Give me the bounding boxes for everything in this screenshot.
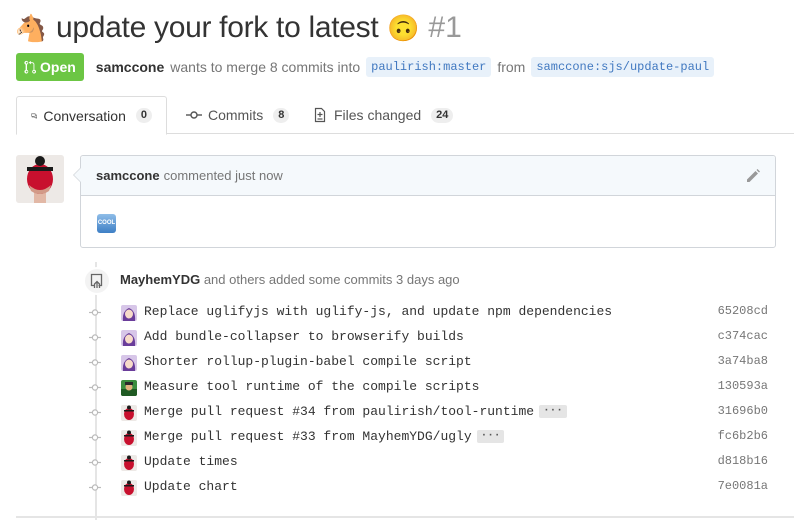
commit-author-avatar[interactable]: [121, 480, 137, 496]
commit-message[interactable]: Update chart: [144, 479, 238, 494]
tab-conversation-count: 0: [135, 108, 152, 123]
commit-message[interactable]: Merge pull request #33 from MayhemYDG/ug…: [144, 429, 472, 444]
pr-action-text: wants to merge 8 commits into: [170, 59, 361, 75]
commit-sha[interactable]: d818b16: [718, 454, 768, 468]
git-commit-dot-icon: [89, 459, 101, 466]
horse-emoji-icon: 🐴: [14, 13, 48, 43]
commit-row: Add bundle-collapser to browserify build…: [80, 325, 794, 350]
git-commit-dot-icon: [89, 434, 101, 441]
commit-author-avatar[interactable]: [121, 405, 137, 421]
commit-message-link[interactable]: Replace uglifyjs with uglify-js, and upd…: [144, 304, 612, 319]
pr-author-link[interactable]: samccone: [96, 59, 164, 75]
git-commit-dot-icon: [89, 359, 101, 366]
tab-conversation[interactable]: Conversation 0: [16, 96, 167, 135]
comment-action: commented just now: [163, 168, 283, 183]
comment-discussion-icon: [31, 113, 38, 119]
commit-sha[interactable]: 7e0081a: [718, 479, 768, 493]
commit-message[interactable]: Replace uglifyjs with uglify-js, and upd…: [144, 304, 612, 319]
commit-author-avatar[interactable]: [121, 305, 137, 321]
from-text: from: [497, 59, 526, 75]
base-branch[interactable]: paulirish:master: [366, 57, 492, 77]
commit-author-avatar[interactable]: [121, 380, 137, 396]
git-commit-dot-icon: [89, 484, 101, 491]
comment-body: COOL: [81, 196, 775, 248]
commit-sha[interactable]: 31696b0: [718, 404, 768, 418]
tab-files-changed-count: 24: [431, 107, 454, 123]
tab-files-changed[interactable]: Files changed 24: [298, 96, 467, 134]
git-pull-request-icon: [24, 60, 36, 74]
expand-commit-message-button[interactable]: ···: [476, 430, 505, 443]
commit-message-link[interactable]: Measure tool runtime of the compile scri…: [144, 379, 479, 394]
tab-files-changed-label: Files changed: [334, 107, 422, 123]
comment: samccone commented just now COOL: [73, 155, 776, 248]
expand-commit-message-button[interactable]: ···: [539, 405, 567, 418]
repo-push-badge: [83, 267, 111, 295]
commit-sha[interactable]: 130593a: [718, 379, 768, 393]
pr-title: update your fork to latest: [56, 11, 379, 44]
commenter-avatar[interactable]: [16, 155, 64, 203]
cool-emoji-icon: COOL: [97, 213, 116, 233]
commit-message[interactable]: Update times: [144, 454, 238, 469]
commit-sha[interactable]: 65208cd: [718, 304, 768, 318]
commit-row: Update chart 7e0081a: [80, 475, 794, 500]
commit-message-link[interactable]: Merge pull request #34 from paulirish/to…: [144, 404, 567, 419]
commit-row: Shorter rollup-plugin-babel compile scri…: [80, 350, 794, 375]
commit-author-avatar[interactable]: [121, 455, 137, 471]
commit-sha[interactable]: 3a74ba8: [718, 354, 768, 368]
pencil-icon[interactable]: [745, 168, 761, 184]
commit-row: Update times d818b16: [80, 450, 794, 475]
pr-tabs: Conversation 0 Commits 8 Files changed 2…: [16, 96, 794, 135]
git-commit-dot-icon: [89, 409, 101, 416]
commit-row: Merge pull request #34 from paulirish/to…: [80, 400, 794, 425]
commit-message-link[interactable]: Update times: [144, 454, 238, 469]
commit-message[interactable]: Add bundle-collapser to browserify build…: [144, 329, 464, 344]
commit-message-link[interactable]: Merge pull request #33 from MayhemYDG/ug…: [144, 429, 505, 444]
commit-message[interactable]: Merge pull request #34 from paulirish/to…: [144, 404, 534, 419]
tab-commits[interactable]: Commits 8: [172, 96, 303, 134]
git-commit-dot-icon: [89, 309, 101, 316]
commit-row: Measure tool runtime of the compile scri…: [80, 375, 794, 400]
commit-sha[interactable]: fc6b2b6: [718, 429, 768, 443]
git-commit-icon: [186, 111, 202, 119]
divider: [16, 516, 794, 518]
commit-message-link[interactable]: Shorter rollup-plugin-babel compile scri…: [144, 354, 472, 369]
pr-number: #1: [428, 11, 462, 44]
upside-down-face-emoji-icon: 🙃: [387, 13, 420, 43]
commit-row: Replace uglifyjs with uglify-js, and upd…: [80, 300, 794, 325]
commit-sha[interactable]: c374cac: [718, 329, 768, 343]
repo-push-icon: [90, 273, 103, 288]
commit-author-avatar[interactable]: [121, 430, 137, 446]
tab-commits-count: 8: [273, 107, 290, 123]
commit-author-avatar[interactable]: [121, 330, 137, 346]
commit-row: Merge pull request #33 from MayhemYDG/ug…: [80, 425, 794, 450]
commit-message[interactable]: Measure tool runtime of the compile scri…: [144, 379, 479, 394]
git-commit-dot-icon: [89, 334, 101, 341]
head-branch[interactable]: samccone:sjs/update-paul: [531, 57, 715, 77]
commit-message-link[interactable]: Add bundle-collapser to browserify build…: [144, 329, 464, 344]
git-commit-dot-icon: [89, 384, 101, 391]
commit-message-link[interactable]: Update chart: [144, 479, 238, 494]
push-author[interactable]: MayhemYDG: [120, 272, 200, 287]
pr-title-row: 🐴 update your fork to latest 🙃 #1: [14, 8, 462, 48]
commit-message[interactable]: Shorter rollup-plugin-babel compile scri…: [144, 354, 472, 369]
diff-icon: [314, 107, 326, 123]
pr-state-label: Open: [40, 59, 76, 75]
pr-meta: Open samccone wants to merge 8 commits i…: [16, 53, 715, 81]
tab-commits-label: Commits: [208, 107, 264, 123]
push-text: and others added some commits 3 days ago: [203, 272, 460, 287]
comment-author[interactable]: samccone: [96, 168, 160, 183]
comment-header: samccone commented just now: [81, 156, 775, 196]
tab-conversation-label: Conversation: [43, 107, 126, 124]
push-header: MayhemYDG and others added some commits …: [120, 272, 460, 287]
pr-state-badge: Open: [16, 53, 84, 81]
commit-author-avatar[interactable]: [121, 355, 137, 371]
